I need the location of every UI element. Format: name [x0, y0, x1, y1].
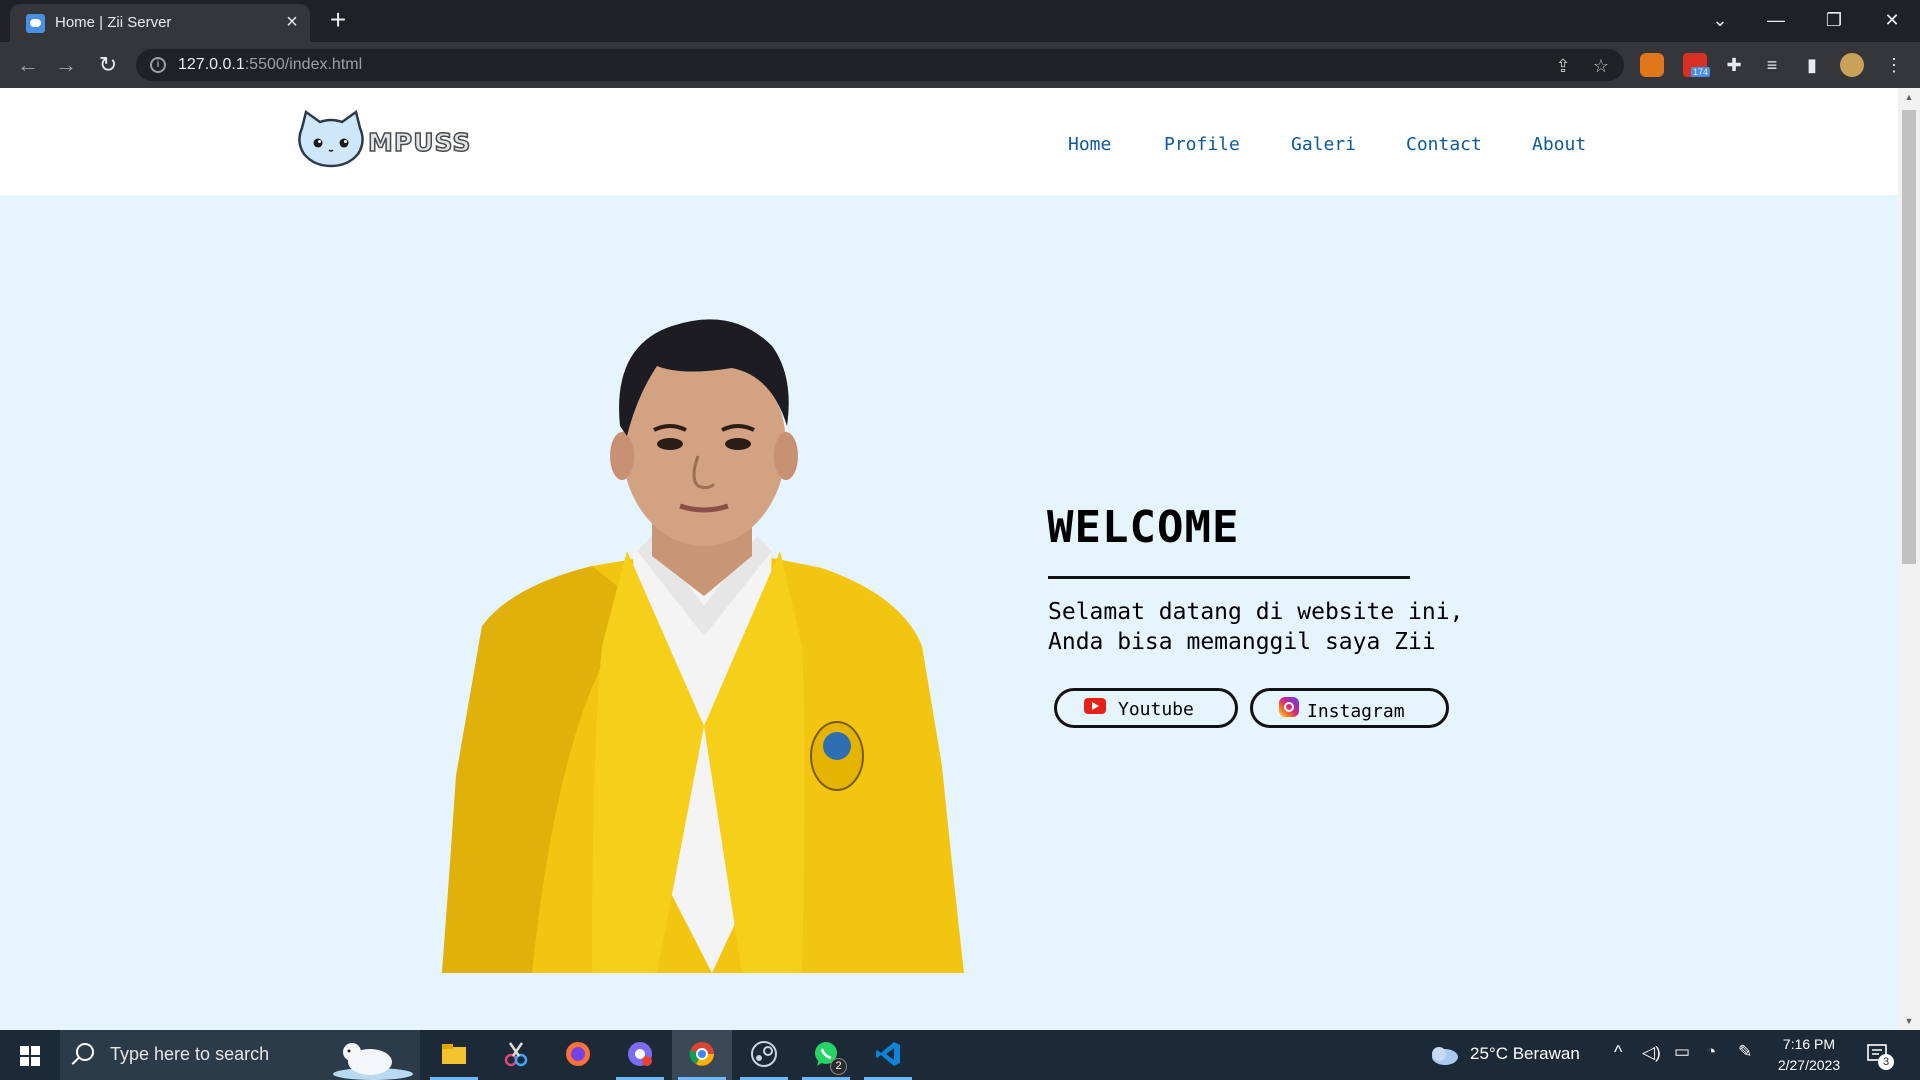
youtube-icon	[1084, 698, 1106, 714]
welcome-heading: WELCOME	[1047, 502, 1240, 553]
welcome-text: Selamat datang di website ini, Anda bisa…	[1048, 599, 1464, 655]
polar-bear-search-highlight-icon	[333, 1043, 413, 1080]
nav-about[interactable]: About	[1532, 134, 1586, 155]
site-info-icon[interactable]: i	[150, 57, 166, 73]
chrome-profile-icon	[628, 1042, 652, 1066]
side-panel-icon[interactable]: ▮	[1800, 53, 1824, 77]
tab-title: Home | Zii Server	[55, 14, 172, 31]
extension-badge: 174	[1691, 67, 1711, 77]
back-icon[interactable]: ←	[14, 51, 42, 79]
nav-contact[interactable]: Contact	[1406, 134, 1482, 155]
cat-logo-icon	[298, 109, 364, 168]
taskbar-search-box[interactable]: Type here to search	[60, 1030, 420, 1080]
share-icon[interactable]: ⇪	[1552, 55, 1574, 77]
address-bar[interactable]: i 127.0.0.1:5500/index.html ⇪ ☆	[136, 49, 1624, 81]
clock-time: 7:16 PM	[1782, 1036, 1836, 1052]
nav-home[interactable]: Home	[1068, 134, 1111, 155]
wifi-icon[interactable]: ◔	[1706, 1042, 1716, 1062]
browser-menu-icon[interactable]: ⋮	[1882, 53, 1906, 77]
clock-date: 2/27/2023	[1777, 1057, 1841, 1073]
system-clock[interactable]: 7:16 PM 2/27/2023	[1762, 1034, 1856, 1076]
taskbar-firefox[interactable]	[548, 1030, 608, 1080]
heading-underline	[1048, 576, 1410, 579]
vscode-icon	[876, 1042, 900, 1066]
scissors-icon	[504, 1042, 528, 1067]
site-favicon-icon	[26, 14, 45, 33]
page-scrollbar[interactable]: ▲ ▼	[1898, 88, 1920, 1030]
taskbar-steam[interactable]	[734, 1030, 794, 1080]
restore-button[interactable]: ❐	[1814, 6, 1854, 34]
search-placeholder: Type here to search	[110, 1044, 270, 1064]
notification-center-button[interactable]: 3	[1866, 1042, 1894, 1070]
site-logo[interactable]: MPUSS	[296, 109, 471, 170]
chrome-icon	[689, 1042, 714, 1066]
tab-close-icon[interactable]: ×	[281, 11, 303, 33]
browser-tab-strip: Home | Zii Server × + ⌄ — ❐ ✕	[0, 0, 1920, 42]
bookmark-star-icon[interactable]: ☆	[1590, 55, 1612, 77]
youtube-button[interactable]: Youtube	[1054, 688, 1238, 728]
close-window-button[interactable]: ✕	[1872, 6, 1912, 34]
weather-text[interactable]: 25°C Berawan	[1470, 1044, 1580, 1064]
taskbar-whatsapp[interactable]: 2	[796, 1030, 856, 1080]
profile-photo	[442, 319, 964, 973]
scroll-up-arrow-icon[interactable]: ▲	[1903, 92, 1915, 102]
battery-icon[interactable]: ▭	[1674, 1042, 1690, 1062]
reload-icon[interactable]: ↻	[94, 51, 122, 79]
instagram-icon	[1279, 697, 1299, 717]
taskbar-snipping-tool[interactable]	[486, 1030, 546, 1080]
media-control-icon[interactable]: ≡	[1760, 53, 1784, 77]
firefox-icon	[566, 1042, 590, 1066]
new-tab-button[interactable]: +	[324, 6, 352, 35]
taskbar-file-explorer[interactable]	[424, 1030, 484, 1080]
site-header: MPUSS Home Profile Galeri Contact About	[0, 88, 1898, 195]
web-page: MPUSS Home Profile Galeri Contact About	[0, 88, 1920, 1030]
start-button[interactable]	[0, 1030, 58, 1080]
windows-logo-icon	[20, 1046, 40, 1066]
taskbar-chrome[interactable]	[672, 1030, 732, 1080]
folder-icon	[442, 1044, 466, 1064]
minimize-button[interactable]: —	[1756, 6, 1796, 34]
taskbar-chrome-profile[interactable]	[610, 1030, 670, 1080]
search-icon	[76, 1043, 94, 1061]
cloudy-weather-icon	[1432, 1047, 1458, 1065]
notification-count-badge: 3	[1878, 1054, 1894, 1070]
browser-toolbar: ← → ↻ i 127.0.0.1:5500/index.html ⇪ ☆ 17…	[0, 42, 1920, 88]
extensions-puzzle-icon[interactable]: ✚	[1722, 53, 1746, 77]
scroll-down-arrow-icon[interactable]: ▼	[1903, 1016, 1915, 1026]
logo-text: MPUSS	[367, 127, 472, 158]
nav-profile[interactable]: Profile	[1164, 134, 1240, 155]
tray-overflow-chevron-icon[interactable]: ^	[1614, 1042, 1622, 1063]
steam-icon	[751, 1041, 777, 1067]
pen-icon[interactable]: ✎	[1738, 1042, 1752, 1062]
whatsapp-badge: 2	[830, 1058, 847, 1075]
tab-search-chevron-icon[interactable]: ⌄	[1700, 6, 1740, 34]
volume-icon[interactable]: ◁)	[1642, 1043, 1661, 1063]
youtube-label: Youtube	[1118, 699, 1194, 720]
scrollbar-thumb[interactable]	[1902, 110, 1916, 564]
calendar-extension-icon[interactable]: 174	[1683, 53, 1711, 77]
forward-icon[interactable]: →	[52, 51, 80, 79]
instagram-button[interactable]: Instagram	[1250, 688, 1449, 728]
profile-avatar[interactable]	[1840, 53, 1864, 77]
metamask-extension-icon[interactable]	[1640, 53, 1664, 77]
windows-taskbar: Type here to search 2 25°C Berawan ^ ◁) …	[0, 1030, 1920, 1080]
instagram-label: Instagram	[1307, 701, 1405, 722]
browser-tab-active[interactable]: Home | Zii Server ×	[10, 4, 310, 42]
taskbar-vscode[interactable]	[858, 1030, 918, 1080]
url-text[interactable]: 127.0.0.1:5500/index.html	[178, 56, 362, 74]
nav-galeri[interactable]: Galeri	[1291, 134, 1356, 155]
